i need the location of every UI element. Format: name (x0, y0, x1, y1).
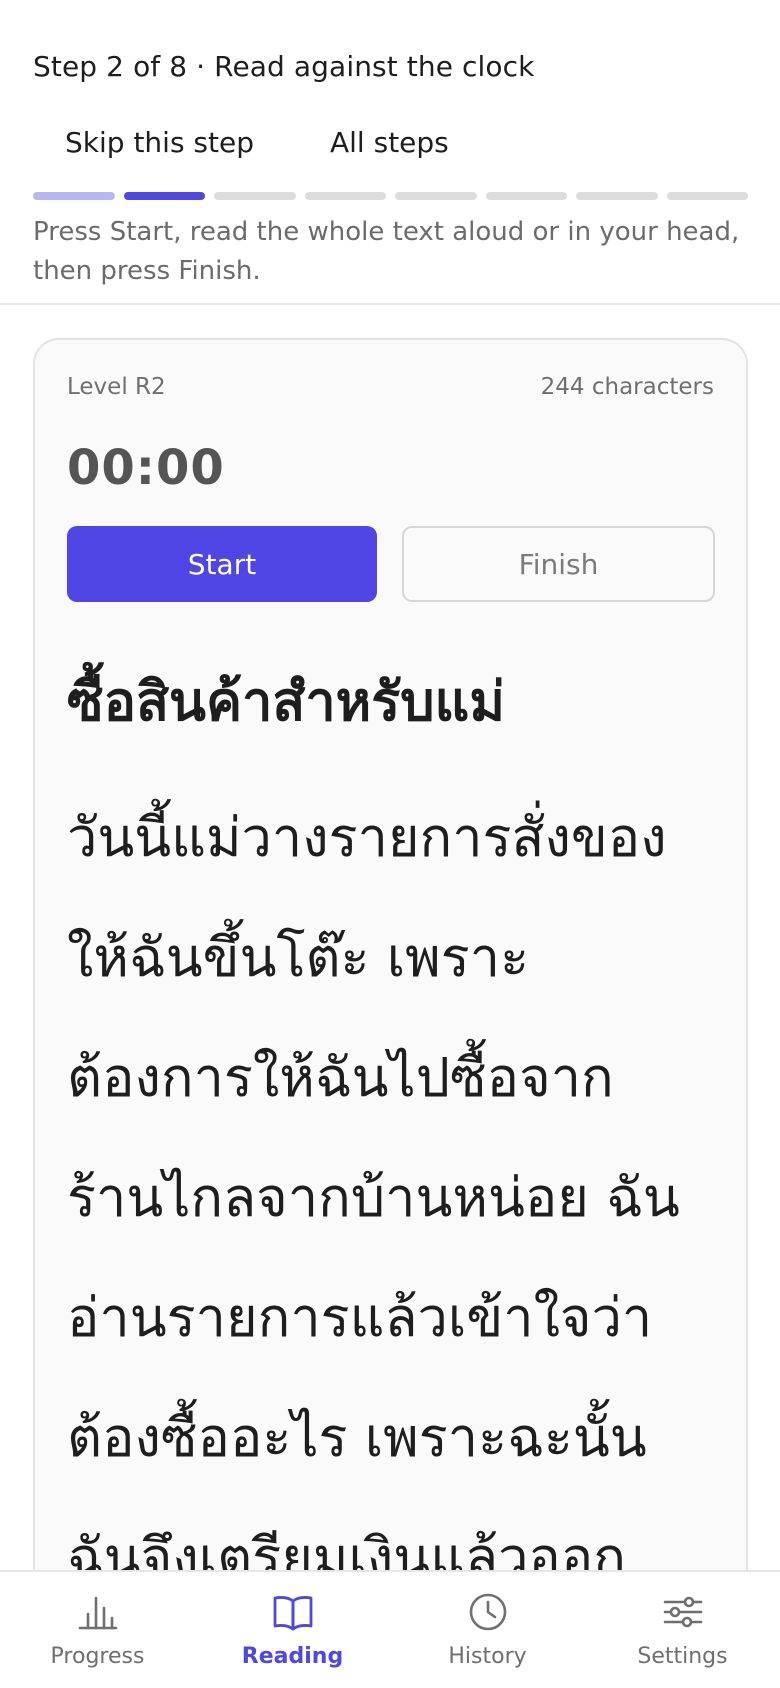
skip-step-button[interactable]: Skip this step (33, 114, 286, 171)
progress-segment-3 (214, 192, 296, 200)
nav-label-history: History (448, 1644, 527, 1669)
sliders-icon (663, 1596, 702, 1628)
story-line: ร้านไกลจากบ้านหน่อย ฉัน (67, 1166, 680, 1229)
progress-segment-6 (485, 192, 567, 200)
level-label: Level R2 (67, 374, 166, 400)
step-instruction: Press Start, read the whole text aloud o… (33, 217, 740, 286)
finish-button[interactable]: Finish (402, 526, 715, 602)
nav-item-history[interactable]: History (390, 1572, 585, 1688)
step-title: Step 2 of 8 · Read against the clock (33, 50, 535, 83)
story-text: วันนี้แม่วางรายการสั่งของ ให้ฉันขึ้นโต๊ะ… (67, 778, 707, 1618)
progress-segment-5 (395, 192, 477, 200)
story-line: วันนี้แม่วางรายการสั่งของ (67, 806, 667, 869)
story-line: ต้องการให้ฉันไปซื้อจาก (67, 1046, 614, 1109)
all-steps-button[interactable]: All steps (298, 114, 481, 171)
reading-app: Step 2 of 8 · Read against the clock Ski… (0, 0, 780, 1688)
open-book-icon (273, 1596, 312, 1631)
character-count: 244 characters (540, 374, 714, 400)
bottom-navigation: Progress Reading History Settings (0, 1570, 780, 1688)
bar-chart-icon (78, 1596, 117, 1630)
nav-item-settings[interactable]: Settings (585, 1572, 780, 1688)
story-title: ซื้อสินค้าสำหรับแม่ (67, 670, 505, 733)
card-meta: Level R2 244 characters (67, 374, 714, 400)
start-button[interactable]: Start (67, 526, 377, 602)
nav-label-settings: Settings (637, 1644, 728, 1669)
nav-item-progress[interactable]: Progress (0, 1572, 195, 1688)
step-progress-bar (33, 192, 748, 200)
nav-label-reading: Reading (241, 1644, 344, 1669)
clock-icon (469, 1593, 506, 1631)
reading-card: Level R2 244 characters 00:00 Start Fini… (33, 338, 748, 1688)
story-line: อ่านรายการแล้วเข้าใจว่า (67, 1286, 653, 1349)
progress-segment-4 (304, 192, 386, 200)
progress-segment-1 (33, 192, 115, 200)
story-line: ต้องซื้ออะไร เพราะฉะนั้น (67, 1406, 647, 1469)
step-actions: Skip this step All steps (33, 110, 481, 174)
progress-segment-8 (666, 192, 748, 200)
progress-segment-2 (123, 192, 205, 200)
nav-label-progress: Progress (50, 1644, 145, 1669)
progress-segment-7 (576, 192, 658, 200)
story-line: ให้ฉันขึ้นโต๊ะ เพราะ (67, 926, 530, 989)
timer-display: 00:00 (67, 440, 225, 496)
step-header: Step 2 of 8 · Read against the clock Ski… (0, 0, 780, 305)
nav-item-reading[interactable]: Reading (195, 1572, 390, 1688)
